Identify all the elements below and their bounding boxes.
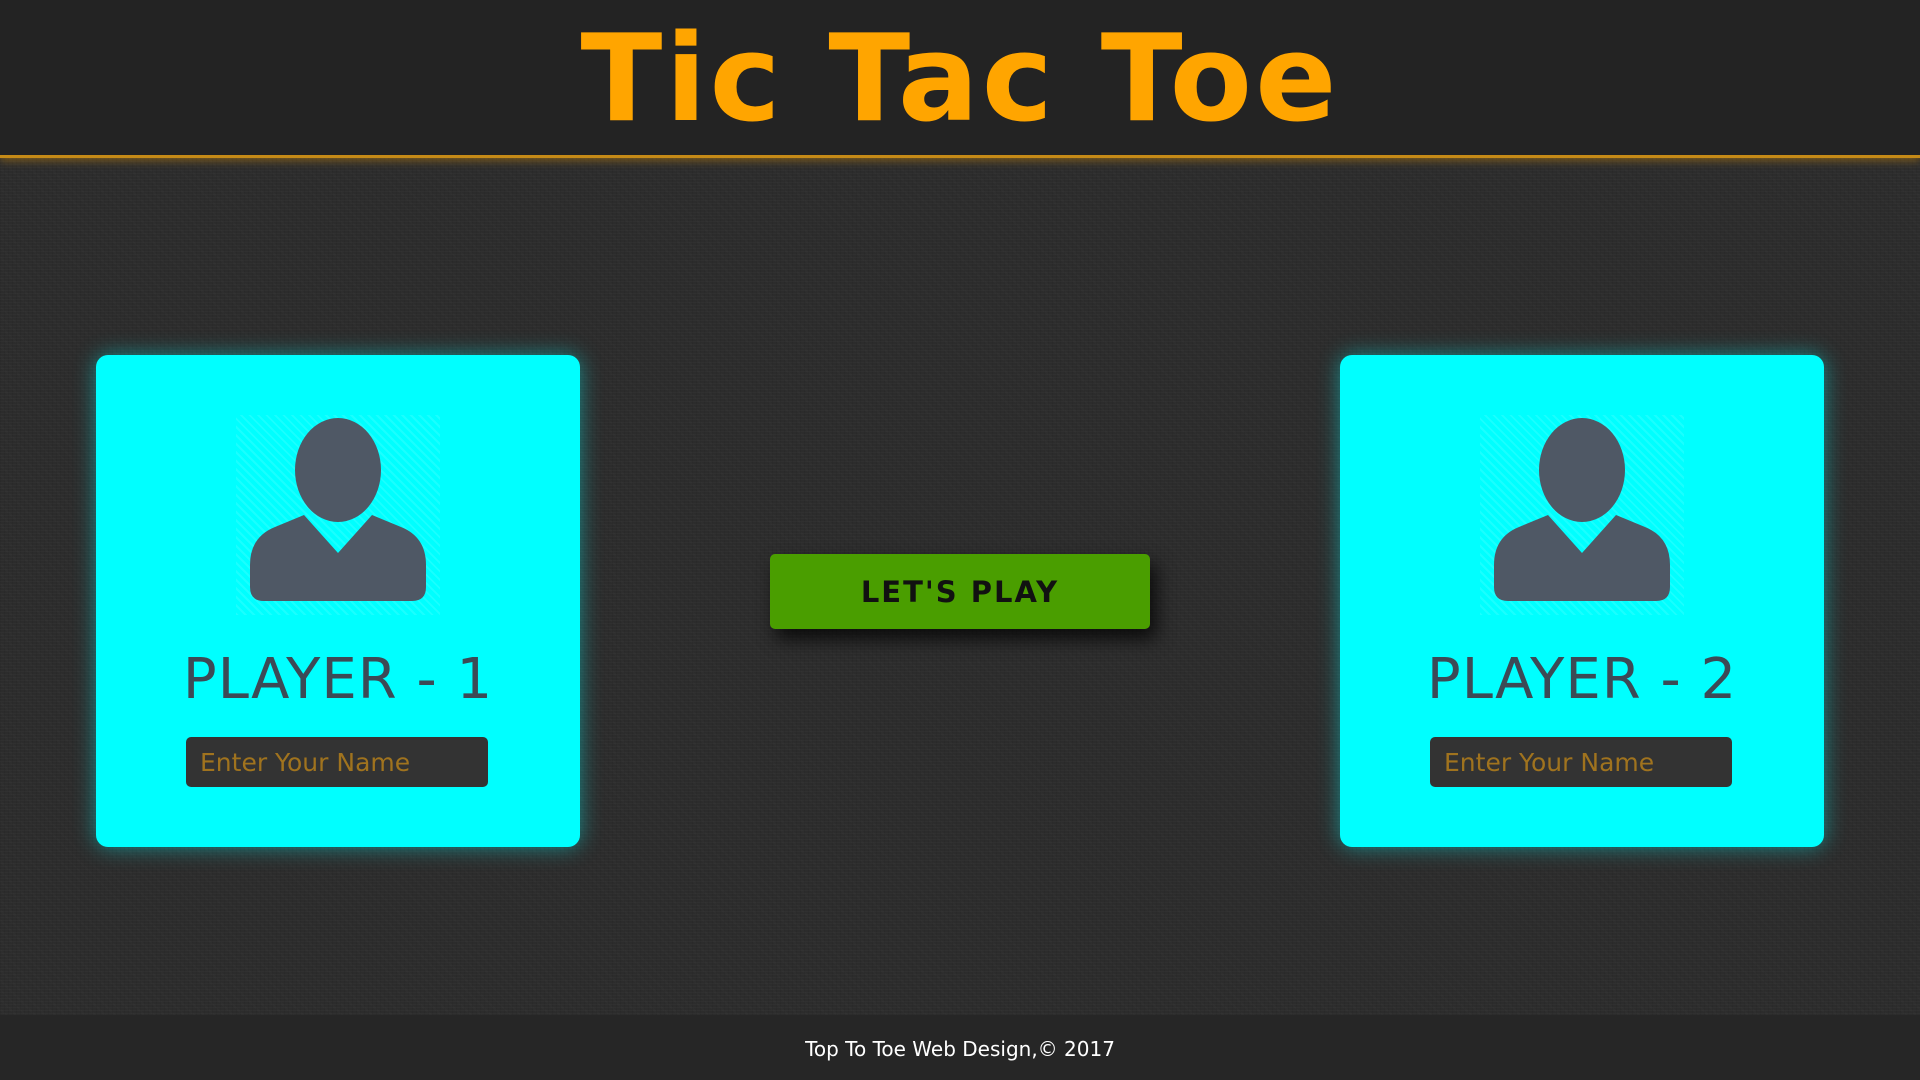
player-1-label: PLAYER - 1	[182, 647, 494, 712]
lets-play-button[interactable]: LET'S PLAY	[770, 554, 1150, 629]
player-1-card: PLAYER - 1	[96, 355, 580, 847]
page-title: Tic Tac Toe	[580, 10, 1340, 149]
player-2-card: PLAYER - 2	[1340, 355, 1824, 847]
page-header: Tic Tac Toe	[0, 0, 1920, 158]
user-avatar-icon	[1480, 415, 1684, 615]
page-footer: Top To Toe Web Design,© 2017	[0, 1015, 1920, 1080]
player-1-name-input[interactable]	[186, 737, 488, 787]
footer-copyright: Top To Toe Web Design,© 2017	[805, 1037, 1115, 1061]
user-avatar-icon	[236, 415, 440, 615]
player-2-label: PLAYER - 2	[1426, 647, 1738, 712]
player-2-name-input[interactable]	[1430, 737, 1732, 787]
